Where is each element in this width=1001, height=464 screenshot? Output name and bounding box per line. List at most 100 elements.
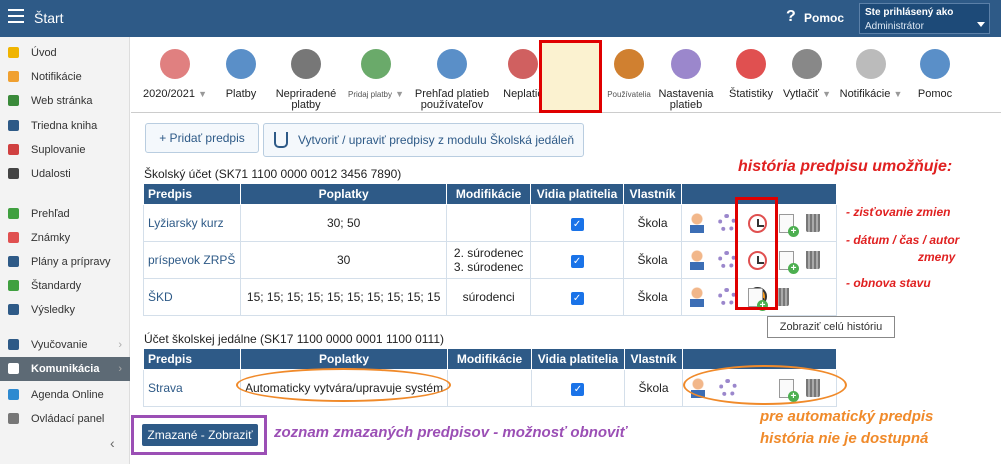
toolbar-item[interactable]: Nepriradené platby [271, 45, 341, 111]
gear-icon [8, 413, 19, 424]
toolbar-item[interactable]: Prehľad platieb používateľov [409, 45, 495, 111]
calendar-icon [8, 168, 19, 179]
user-icon[interactable] [687, 213, 706, 233]
sidebar-item[interactable]: Suplovanie [0, 138, 130, 162]
sidebar-item-label: Prehľad [31, 208, 70, 220]
jedalen-label: Vytvoriť / upraviť predpisy z modulu Ško… [298, 133, 575, 147]
column-header: Predpis [143, 348, 241, 370]
user-icon[interactable] [687, 250, 706, 270]
toolbar-item-label: 2020/2021 [143, 88, 195, 100]
sidebar-item-label: Ovládací panel [31, 413, 105, 425]
fees-cell: 30; 50 [240, 204, 448, 242]
sidebar-item[interactable]: Vyučovanie › [0, 333, 130, 357]
people-icon [8, 339, 19, 350]
account-school: Školský účet (SK71 1100 0000 0012 3456 7… [144, 167, 402, 181]
user-role: Administrátor [865, 21, 924, 32]
chevron-down-icon: ▼ [395, 89, 404, 99]
money-bag-warning-icon [508, 49, 538, 79]
jedalen-predpisy-button[interactable]: Vytvoriť / upraviť predpisy z modulu Ško… [263, 123, 584, 157]
user-icon[interactable] [687, 287, 706, 307]
toolbar-item[interactable]: Používatelia [605, 45, 653, 107]
column-header: Poplatky [240, 183, 448, 205]
visible-checkbox[interactable]: ✓ [571, 382, 585, 396]
printer-icon [792, 49, 822, 79]
gear-icon[interactable] [717, 214, 736, 232]
column-header: Poplatky [239, 348, 449, 370]
table-row: príspevok ZRPŠ 30 2. súrodenec 3. súrodene… [142, 241, 838, 279]
sidebar-item[interactable]: Známky [0, 226, 130, 250]
owner-cell: Škola [623, 278, 682, 316]
chat-icon [8, 363, 19, 374]
sidebar-item[interactable]: Agenda Online [0, 383, 130, 407]
sidebar-item-label: Triedna kniha [31, 120, 98, 132]
sidebar-item[interactable]: Prehľad [0, 202, 130, 226]
sidebar-item[interactable]: Ovládací panel [0, 407, 130, 431]
help-link[interactable]: Pomoc [804, 11, 844, 25]
predpis-name-link[interactable]: Strava [143, 369, 241, 407]
sidebar-item[interactable]: Štandardy [0, 274, 130, 298]
chevron-down-icon: ▼ [198, 89, 207, 99]
sidebar-item[interactable]: Plány a prípravy [0, 250, 130, 274]
gear-icon[interactable] [717, 251, 736, 269]
book-icon [8, 120, 19, 131]
toolbar-item[interactable]: Vytlačiť ▼ [781, 45, 833, 107]
gear-icon[interactable] [717, 288, 736, 306]
toolbar-item[interactable]: 2020/2021 ▼ [143, 45, 207, 107]
add-predpis-button[interactable]: + Pridať predpis [145, 123, 259, 153]
user-dropdown[interactable]: Ste prihlásený ako Administrátor [859, 3, 990, 34]
menu-icon[interactable] [8, 9, 24, 23]
help-icon[interactable]: ? [786, 8, 796, 26]
column-header: Predpis [142, 183, 242, 205]
sidebar-item[interactable]: Web stránka [0, 89, 130, 113]
sidebar-item[interactable]: Triedna kniha [0, 114, 130, 138]
predpis-name-link[interactable]: ŠKD [142, 278, 242, 316]
toolbar-item[interactable]: Štatistiky [723, 45, 779, 107]
sidebar-item[interactable]: Výsledky [0, 298, 130, 322]
sidebar-item[interactable]: Udalosti [0, 162, 130, 186]
money-bag-icon [226, 49, 256, 79]
money-bag-question-icon [291, 49, 321, 79]
toolbar-item-label: Používatelia [607, 90, 651, 99]
visible-checkbox[interactable]: ✓ [570, 217, 584, 231]
visible-checkbox[interactable]: ✓ [570, 291, 584, 305]
collapse-sidebar-icon[interactable]: ‹ [110, 435, 115, 451]
trash-icon[interactable] [805, 214, 820, 232]
sidebar-item-label: Web stránka [31, 95, 93, 107]
star-icon [8, 47, 19, 58]
toolbar-item[interactable]: Platby [215, 45, 267, 107]
globe-icon [8, 389, 19, 400]
table-header-row: Predpis Poplatky Modifikácie Vidia platitel… [142, 183, 838, 205]
sidebar-item[interactable]: Notifikácie [0, 65, 130, 89]
toolbar-item[interactable]: Notifikácie ▼ [839, 45, 903, 107]
annotation-deleted: zoznam zmazaných predpisov - možnosť obn… [274, 424, 627, 441]
shield-icon [8, 280, 19, 291]
column-header: Modifikácie [447, 348, 532, 370]
fees-cell: 15; 15; 15; 15; 15; 15; 15; 15; 15; 15 [240, 278, 448, 316]
trash-icon[interactable] [805, 251, 820, 269]
predpisy-table-school: Predpis Poplatky Modifikácie Vidia platitel… [142, 183, 838, 316]
toolbar-item-label: Pomoc [917, 88, 953, 100]
annotation-oval-fees [236, 368, 451, 402]
person-icon [8, 144, 19, 155]
calendar-icon [160, 49, 190, 79]
sidebar-item-label: Notifikácie [31, 71, 82, 83]
copy-document-icon[interactable] [778, 213, 799, 237]
gear-icon [671, 49, 701, 79]
column-header: Vidia platitelia [529, 183, 625, 205]
sidebar-item[interactable]: Úvod [0, 41, 130, 65]
show-deleted-button[interactable]: Zmazané - Zobraziť [142, 424, 258, 446]
visible-cell: ✓ [529, 241, 625, 279]
annotation-history-title: história predpisu umožňuje: [738, 158, 953, 175]
user-icon [614, 49, 644, 79]
history-tooltip: Zobraziť celú históriu [767, 316, 895, 338]
predpis-name-link[interactable]: Lyžiarsky kurz [142, 204, 242, 242]
modifications-cell [447, 369, 532, 407]
copy-document-icon[interactable] [778, 250, 799, 274]
toolbar-item[interactable]: Pomoc [909, 45, 961, 107]
predpis-name-link[interactable]: príspevok ZRPŠ [142, 241, 242, 279]
sidebar-item[interactable]: Komunikácia › [0, 357, 130, 381]
visible-checkbox[interactable]: ✓ [570, 254, 584, 268]
toolbar-item[interactable]: Nastavenia platieb [657, 45, 715, 111]
annotation-item-2b: zmeny [918, 250, 956, 264]
toolbar-item[interactable]: Pridaj platby ▼ [345, 45, 407, 107]
